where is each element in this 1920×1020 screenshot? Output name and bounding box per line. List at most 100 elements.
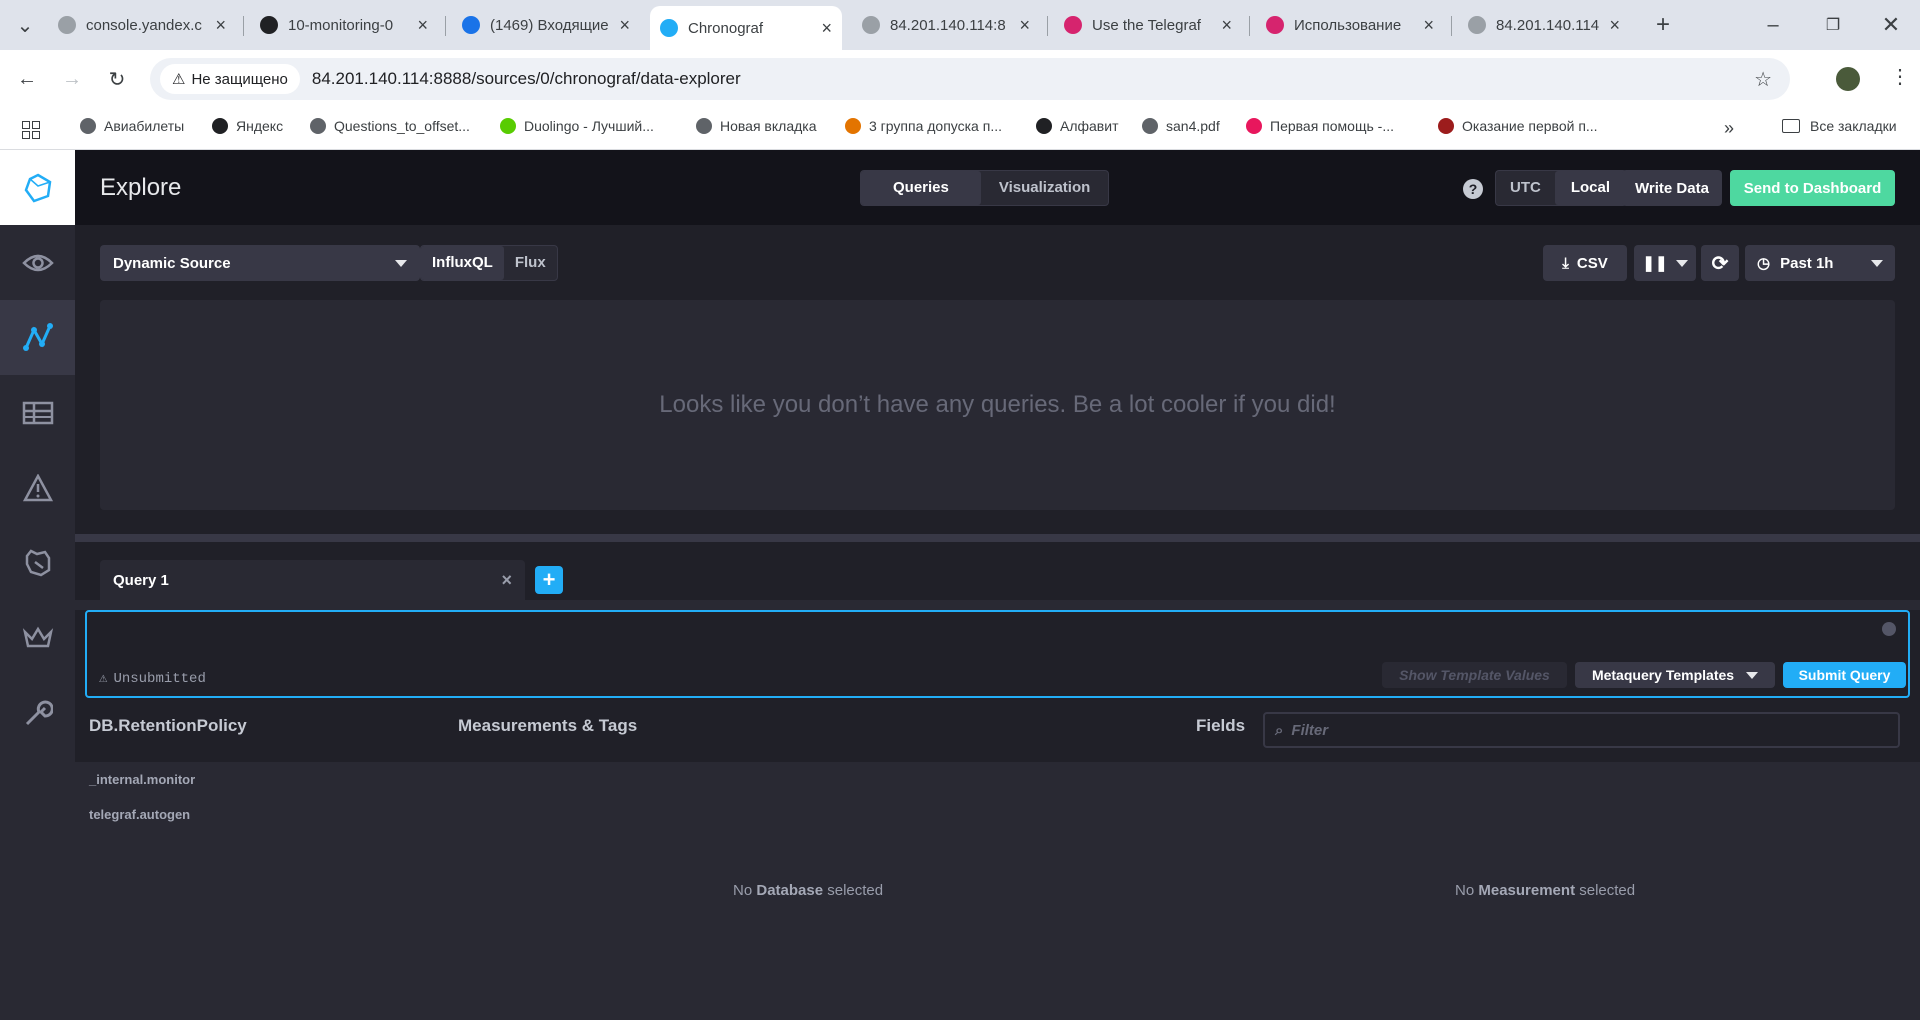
- filter-input[interactable]: ⌕ Filter: [1263, 712, 1900, 748]
- globe-icon: [1142, 118, 1158, 134]
- sidebar-item-log-viewer[interactable]: [0, 525, 75, 600]
- back-icon[interactable]: ←: [10, 62, 44, 96]
- bookmark-item[interactable]: Новая вкладка: [696, 118, 817, 134]
- tab-search-icon[interactable]: ⌄: [8, 8, 42, 42]
- url-field[interactable]: ⚠ Не защищено 84.201.140.114:8888/source…: [150, 58, 1790, 100]
- query-tab[interactable]: Query 1 ×: [100, 560, 525, 600]
- close-icon[interactable]: ×: [1019, 15, 1030, 36]
- graph-icon: [22, 322, 53, 351]
- write-data-button[interactable]: Write Data: [1622, 170, 1722, 206]
- resize-handle[interactable]: [75, 534, 1920, 542]
- globe-icon: [862, 16, 880, 34]
- browser-tab[interactable]: Use the Telegraf ×: [1054, 8, 1242, 42]
- new-tab-icon[interactable]: +: [1646, 8, 1680, 42]
- bookmark-item[interactable]: Duolingo - Лучший...: [500, 118, 654, 134]
- database-item[interactable]: _internal.monitor: [89, 772, 195, 787]
- browser-tab[interactable]: 84.201.140.114 ×: [1458, 8, 1630, 42]
- query-language-toggle: InfluxQL Flux: [420, 245, 558, 281]
- browser-tab[interactable]: console.yandex.c ×: [48, 8, 236, 42]
- autorefresh-dropdown[interactable]: ❚❚: [1634, 245, 1696, 281]
- measurements-header: Measurements & Tags: [458, 716, 638, 735]
- reload-icon[interactable]: ↻: [100, 62, 134, 96]
- sidebar-item-dashboards[interactable]: [0, 375, 75, 450]
- bookmark-item[interactable]: Questions_to_offset...: [310, 118, 470, 134]
- influx-icon: [1064, 16, 1082, 34]
- help-icon[interactable]: ?: [1463, 179, 1483, 199]
- bookmark-item[interactable]: Алфавит: [1036, 118, 1118, 134]
- close-icon[interactable]: ×: [619, 15, 630, 36]
- lang-flux[interactable]: Flux: [504, 246, 557, 280]
- csv-button[interactable]: ⤓ CSV: [1543, 245, 1627, 281]
- sidebar-item-admin[interactable]: [0, 600, 75, 675]
- source-dropdown[interactable]: Dynamic Source: [100, 245, 420, 281]
- minimize-icon[interactable]: –: [1756, 8, 1790, 42]
- browser-tab[interactable]: 10-monitoring-0 ×: [250, 8, 438, 42]
- bookmark-item[interactable]: Оказание первой п...: [1438, 118, 1598, 134]
- sidebar-item-explore[interactable]: [0, 300, 75, 375]
- browser-tab[interactable]: 84.201.140.114:8 ×: [852, 8, 1040, 42]
- close-icon[interactable]: ×: [215, 15, 226, 36]
- refresh-icon: ⟳: [1711, 252, 1729, 275]
- tab-queries[interactable]: Queries: [861, 171, 981, 205]
- download-icon: ⤓: [1562, 254, 1569, 272]
- explore-main: Explore Queries Visualization ? UTC Loca…: [75, 150, 1920, 1020]
- bookmark-item[interactable]: 3 группа допуска п...: [845, 118, 1002, 134]
- sidebar-item-status[interactable]: [0, 225, 75, 300]
- chevron-down-icon: [1746, 671, 1759, 679]
- restore-icon[interactable]: ❐: [1816, 8, 1850, 42]
- security-chip[interactable]: ⚠ Не защищено: [160, 64, 300, 94]
- sidebar-item-configuration[interactable]: [0, 675, 75, 750]
- bookmark-item[interactable]: Авиабилеты: [80, 118, 184, 134]
- show-template-values-button[interactable]: Show Template Values: [1382, 662, 1567, 688]
- apps-icon[interactable]: [22, 121, 40, 139]
- tz-utc[interactable]: UTC: [1496, 171, 1555, 205]
- bookmark-item[interactable]: Первая помощь -...: [1246, 118, 1394, 134]
- close-icon[interactable]: ×: [1221, 15, 1232, 36]
- bookmarks-bar: Авиабилеты Яндекс Questions_to_offset...…: [0, 108, 1920, 150]
- db-header: DB.RetentionPolicy: [89, 716, 247, 735]
- close-icon[interactable]: ×: [1609, 15, 1620, 36]
- tz-local[interactable]: Local: [1554, 171, 1627, 205]
- status-dot-icon: [1882, 622, 1896, 636]
- close-icon[interactable]: ×: [1423, 15, 1434, 36]
- globe-icon: [310, 118, 326, 134]
- bookmark-item[interactable]: san4.pdf: [1142, 118, 1220, 134]
- tab-visualization[interactable]: Visualization: [981, 171, 1108, 205]
- wrench-icon: [25, 700, 53, 725]
- browser-tab[interactable]: (1469) Входящие ×: [452, 8, 640, 42]
- sidebar: [0, 150, 75, 1020]
- star-icon[interactable]: ☆: [1754, 67, 1772, 92]
- close-icon[interactable]: ×: [417, 15, 428, 36]
- submit-query-button[interactable]: Submit Query: [1783, 662, 1906, 688]
- add-query-button[interactable]: +: [535, 566, 563, 594]
- chronograf-app: Explore Queries Visualization ? UTC Loca…: [0, 150, 1920, 1020]
- warning-icon: ⚠: [99, 671, 108, 687]
- browser-tab-active[interactable]: Chronograf ×: [650, 6, 842, 50]
- globe-icon: [696, 118, 712, 134]
- url-text: 84.201.140.114:8888/sources/0/chronograf…: [311, 69, 741, 88]
- query-bar: [75, 600, 1920, 610]
- lang-influxql[interactable]: InfluxQL: [421, 246, 504, 280]
- all-bookmarks[interactable]: Все закладки: [1782, 118, 1897, 134]
- search-icon: ⌕: [1275, 721, 1284, 739]
- send-to-dashboard-button[interactable]: Send to Dashboard: [1730, 170, 1895, 206]
- metaquery-templates-dropdown[interactable]: Metaquery Templates: [1575, 662, 1775, 688]
- folder-icon: [1782, 119, 1800, 133]
- menu-icon[interactable]: ⋮: [1890, 64, 1910, 89]
- sidebar-item-alerting[interactable]: [0, 450, 75, 525]
- chevron-down-icon: [1871, 259, 1883, 267]
- refresh-button[interactable]: ⟳: [1701, 245, 1739, 281]
- time-range-dropdown[interactable]: ◷ Past 1h: [1745, 245, 1895, 281]
- query-editor[interactable]: ⚠ Unsubmitted Show Template Values Metaq…: [85, 610, 1910, 698]
- more-bookmarks-icon[interactable]: »: [1724, 118, 1734, 139]
- profile-avatar[interactable]: [1836, 67, 1860, 91]
- chronograf-logo-icon[interactable]: [0, 150, 75, 225]
- view-toggle: Queries Visualization: [860, 170, 1110, 206]
- browser-tab[interactable]: Использование ×: [1256, 8, 1444, 42]
- database-item[interactable]: telegraf.autogen: [89, 807, 190, 822]
- close-icon[interactable]: ×: [501, 570, 512, 591]
- bookmark-item[interactable]: Яндекс: [212, 118, 283, 134]
- forward-icon[interactable]: →: [55, 62, 89, 96]
- close-icon[interactable]: ×: [821, 18, 832, 39]
- window-close-icon[interactable]: ✕: [1874, 8, 1908, 42]
